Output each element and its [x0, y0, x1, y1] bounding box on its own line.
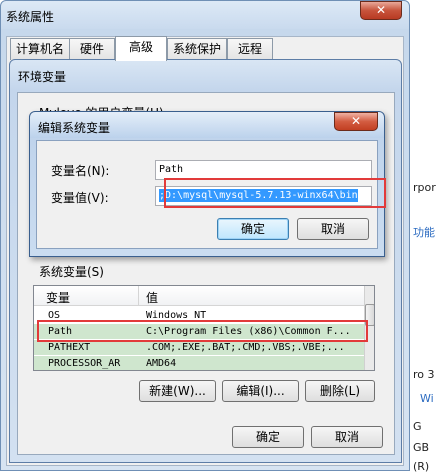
table-row[interactable]: PATHEXT .COM;.EXE;.BAT;.CMD;.VBS;.VBE;..…: [34, 340, 364, 355]
variable-value-text: ;D:\mysql\mysql-5.7.13-winx64\bin: [159, 189, 358, 202]
row-variable-value: AMD64: [146, 358, 177, 369]
table-row[interactable]: OS Windows_NT: [34, 308, 364, 323]
close-icon: ✕: [375, 3, 387, 17]
edit-dialog-title: 编辑系统变量: [38, 121, 111, 135]
background-text-6: (R): [413, 460, 430, 473]
tab-computer-name[interactable]: 计算机名: [10, 38, 70, 60]
background-text-2: ro 3: [413, 368, 435, 381]
list-scrollbar[interactable]: [364, 286, 374, 370]
table-row[interactable]: PROCESSOR_AR AMD64: [34, 356, 364, 370]
row-variable-value: Windows_NT: [146, 310, 207, 321]
row-variable-value: .COM;.EXE;.BAT;.CMD;.VBS;.VBE;...: [146, 342, 345, 353]
delete-variable-button[interactable]: 删除(L): [305, 380, 375, 402]
environment-variables-title: 环境变量: [18, 70, 67, 84]
system-properties-close-button[interactable]: ✕: [360, 1, 402, 20]
close-icon: ✕: [350, 114, 362, 128]
edit-ok-button[interactable]: 确定: [217, 218, 289, 240]
background-text-5: GB: [413, 441, 430, 454]
variable-name-field[interactable]: Path: [155, 160, 372, 180]
system-variables-list[interactable]: 变量 值 OS Windows_NT Path C:\Program Files…: [33, 285, 375, 371]
variable-value-field[interactable]: ;D:\mysql\mysql-5.7.13-winx64\bin: [155, 186, 372, 206]
edit-cancel-button[interactable]: 取消: [297, 218, 369, 240]
list-header: 变量 值: [34, 286, 364, 306]
tab-system-protection[interactable]: 系统保护: [167, 38, 227, 60]
env-ok-button[interactable]: 确定: [232, 426, 304, 448]
variable-name-label: 变量名(N):: [51, 164, 110, 178]
variable-value-label: 变量值(V):: [51, 191, 109, 205]
edit-dialog-close-button[interactable]: ✕: [334, 112, 378, 131]
background-text-1: rpor: [413, 181, 436, 194]
system-properties-title: 系统属性: [6, 10, 55, 24]
row-variable-value: C:\Program Files (x86)\Common F...: [146, 326, 351, 337]
table-row-selected[interactable]: Path C:\Program Files (x86)\Common F...: [34, 324, 364, 339]
row-variable-name: PROCESSOR_AR: [48, 358, 121, 369]
column-header-value[interactable]: 值: [146, 289, 158, 306]
row-variable-name: PATHEXT: [48, 342, 91, 353]
column-header-variable[interactable]: 变量: [46, 289, 70, 306]
background-text-3: Wi: [420, 392, 434, 405]
edit-variable-button[interactable]: 编辑(I)...: [222, 380, 299, 402]
env-cancel-button[interactable]: 取消: [311, 426, 383, 448]
list-scrollbar-thumb[interactable]: [365, 304, 374, 326]
tab-hardware[interactable]: 硬件: [69, 38, 115, 60]
column-divider[interactable]: [138, 286, 139, 306]
system-variables-label: 系统变量(S): [39, 265, 104, 279]
variable-name-value: Path: [159, 164, 184, 175]
background-text-4: G: [413, 420, 422, 433]
tab-remote[interactable]: 远程: [227, 38, 273, 60]
background-link[interactable]: 功能: [413, 224, 435, 240]
row-variable-name: OS: [48, 310, 61, 321]
new-variable-button[interactable]: 新建(W)...: [139, 380, 216, 402]
tab-advanced[interactable]: 高级: [115, 36, 167, 61]
row-variable-name: Path: [48, 326, 73, 337]
